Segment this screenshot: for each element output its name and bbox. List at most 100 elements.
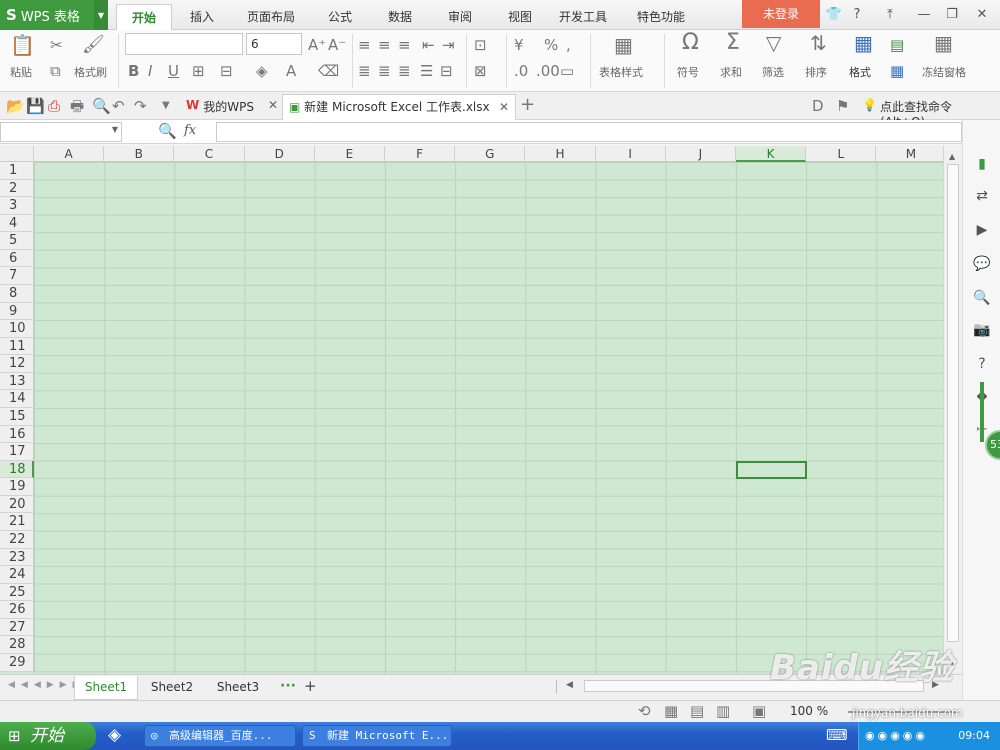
sort-icon[interactable]: ⇅: [810, 33, 827, 53]
row-header[interactable]: 13: [0, 373, 34, 391]
column-header[interactable]: F: [385, 146, 456, 162]
comma-icon[interactable]: ,: [566, 36, 571, 54]
sheet-tab[interactable]: Sheet1: [74, 676, 138, 700]
zoom-level[interactable]: 100 %: [790, 704, 828, 718]
percent-button[interactable]: %: [544, 36, 558, 54]
decrease-font-icon[interactable]: A⁻: [328, 36, 346, 54]
wrap-text-icon[interactable]: ⊡: [474, 36, 487, 54]
decrease-decimal-icon[interactable]: .00: [536, 62, 560, 80]
column-header[interactable]: G: [455, 146, 526, 162]
row-header[interactable]: 21: [0, 513, 34, 531]
paste-label[interactable]: 粘贴: [10, 64, 32, 80]
menu-tab[interactable]: 插入: [172, 4, 232, 30]
row-header[interactable]: 24: [0, 566, 34, 584]
column-header[interactable]: K: [736, 146, 807, 162]
copy-icon[interactable]: ⧉: [50, 62, 61, 80]
sort-label[interactable]: 排序: [805, 64, 827, 80]
row-header[interactable]: 3: [0, 197, 34, 215]
refresh-icon[interactable]: ⟲: [638, 702, 651, 720]
row-header[interactable]: 27: [0, 619, 34, 637]
brush-icon[interactable]: 🖌: [82, 36, 105, 54]
table-style-icon[interactable]: ▦: [614, 35, 633, 55]
align-middle-icon[interactable]: ≡: [378, 36, 391, 54]
align-bottom-icon[interactable]: ≡: [398, 36, 411, 54]
print-icon[interactable]: 🖶: [70, 97, 84, 115]
column-header[interactable]: E: [315, 146, 385, 162]
align-left-icon[interactable]: ≣: [358, 62, 371, 80]
export-pdf-icon[interactable]: ⎙: [48, 97, 60, 115]
add-sheet-button[interactable]: +: [304, 677, 317, 695]
minimize-icon[interactable]: —: [914, 5, 934, 25]
close-icon[interactable]: ✕: [972, 5, 992, 25]
merge-center-icon[interactable]: ⊠: [474, 62, 487, 80]
justify-icon[interactable]: ☰: [420, 62, 433, 80]
menu-tab[interactable]: 特色功能: [616, 4, 706, 30]
formula-input[interactable]: [216, 122, 962, 142]
row-header[interactable]: 11: [0, 338, 34, 356]
symbol-label[interactable]: 符号: [677, 64, 699, 80]
maximize-icon[interactable]: ❐: [942, 5, 962, 25]
row-header[interactable]: 6: [0, 250, 34, 268]
login-button[interactable]: 未登录: [742, 0, 820, 28]
column-header[interactable]: J: [666, 146, 736, 162]
number-format-icon[interactable]: ▭: [560, 62, 574, 80]
font-name-select[interactable]: [125, 33, 243, 55]
help-button[interactable]: ?: [846, 5, 868, 25]
increase-decimal-icon[interactable]: .0: [514, 62, 528, 80]
bookmark-icon[interactable]: ▶: [963, 222, 1000, 244]
menu-tab[interactable]: 视图: [490, 4, 550, 30]
row-header[interactable]: 1: [0, 162, 34, 180]
zoom-lookup-icon[interactable]: 🔍: [158, 122, 177, 140]
underline-button[interactable]: U: [168, 62, 179, 80]
taskbar-item[interactable]: S 新建 Microsoft E...: [302, 725, 452, 747]
new-file-icon[interactable]: ▮: [963, 156, 1000, 178]
menu-tab[interactable]: 审阅: [430, 4, 490, 30]
menu-tab[interactable]: 页面布局: [232, 4, 310, 30]
active-cell[interactable]: [736, 460, 808, 480]
flag-icon[interactable]: ⚑: [836, 97, 849, 115]
filter-icon[interactable]: ▽: [766, 33, 781, 53]
format-icon[interactable]: ▦: [854, 33, 873, 53]
clear-format-icon[interactable]: ⌫: [318, 62, 339, 80]
sum-icon[interactable]: Σ: [726, 32, 740, 54]
tray-icons[interactable]: ◉◉◉◉◉: [865, 722, 928, 750]
sheet-tab[interactable]: Sheet3: [206, 676, 270, 700]
row-header[interactable]: 4: [0, 215, 34, 233]
row-header[interactable]: 14: [0, 390, 34, 408]
menu-tab[interactable]: 公式: [310, 4, 370, 30]
filter-label[interactable]: 筛选: [762, 64, 784, 80]
column-header[interactable]: M: [876, 146, 943, 162]
scrollbar-thumb[interactable]: [947, 164, 959, 642]
column-header[interactable]: L: [806, 146, 877, 162]
worksheet-icon[interactable]: ▦: [890, 62, 904, 80]
sum-label[interactable]: 求和: [720, 64, 742, 80]
open-folder-icon[interactable]: 📂: [6, 97, 25, 115]
row-header[interactable]: 10: [0, 320, 34, 338]
font-size-select[interactable]: 6: [246, 33, 302, 55]
row-header[interactable]: 5: [0, 232, 34, 250]
sheet-tab[interactable]: Sheet2: [140, 676, 204, 700]
scroll-up-icon[interactable]: ▲: [949, 152, 955, 161]
row-header[interactable]: 19: [0, 478, 34, 496]
print-preview-icon[interactable]: 🔍: [92, 97, 111, 115]
help-circle-icon[interactable]: ?: [963, 356, 1000, 378]
vertical-scrollbar[interactable]: ▲ ▼: [943, 146, 962, 674]
cell-area[interactable]: [34, 162, 943, 674]
row-header[interactable]: 29: [0, 654, 34, 672]
format-painter-label[interactable]: 格式刷: [74, 64, 107, 80]
page-layout-icon[interactable]: ▤: [690, 702, 704, 720]
align-top-icon[interactable]: ≡: [358, 36, 371, 54]
align-center-icon[interactable]: ≣: [378, 62, 391, 80]
row-header[interactable]: 20: [0, 496, 34, 514]
page-break-icon[interactable]: ▥: [716, 702, 730, 720]
distribute-icon[interactable]: ⊟: [440, 62, 453, 80]
row-header[interactable]: 18: [0, 460, 34, 479]
column-header[interactable]: I: [596, 146, 666, 162]
undo-icon[interactable]: ↶: [112, 97, 125, 115]
start-button[interactable]: ⊞ 开始: [0, 722, 96, 750]
quick-access-dropdown-icon[interactable]: ▼: [162, 97, 170, 115]
scroll-left-icon[interactable]: ◀: [566, 680, 573, 690]
normal-view-icon[interactable]: ▦: [664, 702, 678, 720]
doc-search-icon[interactable]: 🔍: [963, 290, 1000, 312]
symbol-icon[interactable]: Ω: [682, 32, 699, 54]
